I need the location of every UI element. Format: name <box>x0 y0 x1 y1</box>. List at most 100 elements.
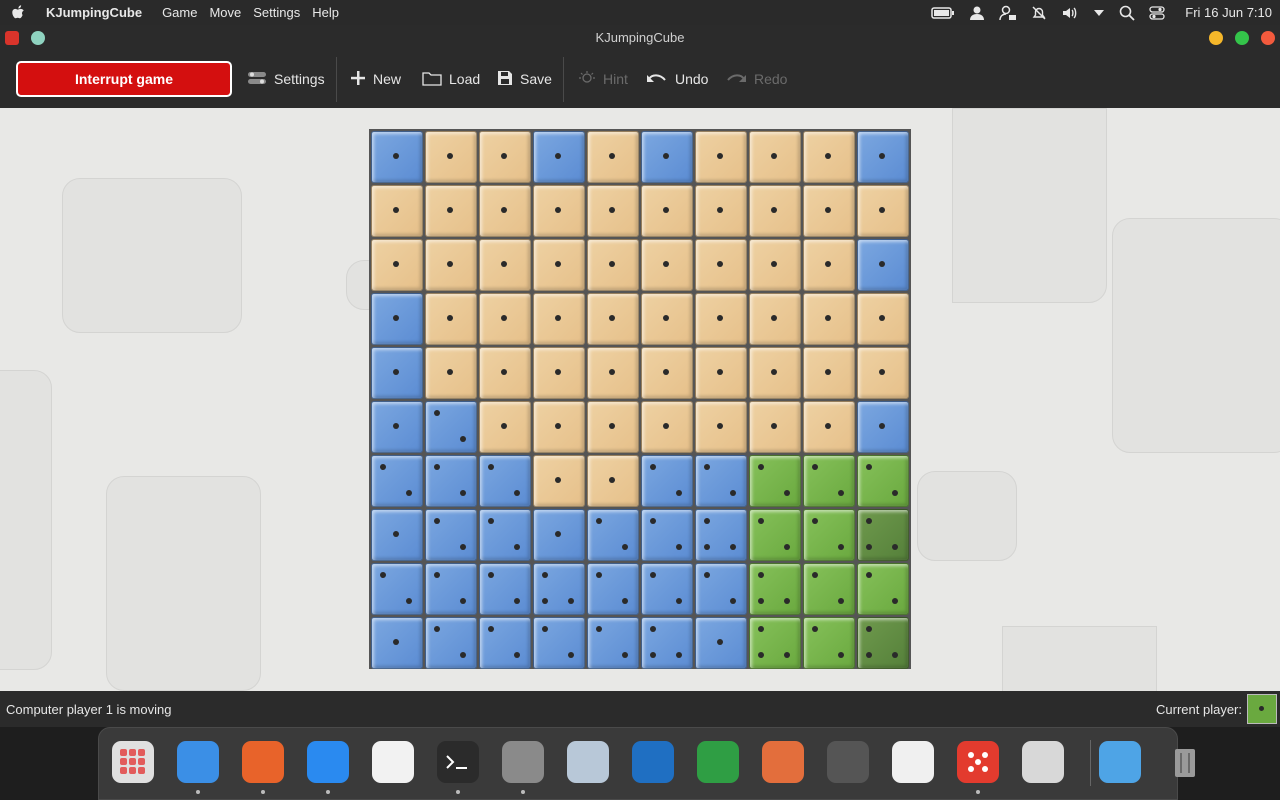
interrupt-game-button[interactable]: Interrupt game <box>16 61 232 97</box>
board-cell[interactable] <box>479 185 531 237</box>
board-cell[interactable] <box>371 509 423 561</box>
system-preferences-icon[interactable] <box>502 741 544 783</box>
board-cell[interactable] <box>425 401 477 453</box>
board-cell[interactable] <box>749 293 801 345</box>
search-icon[interactable] <box>1119 5 1135 21</box>
writer-icon[interactable] <box>632 741 674 783</box>
board-cell[interactable] <box>479 347 531 399</box>
board-cell[interactable] <box>749 563 801 615</box>
board-cell[interactable] <box>479 239 531 291</box>
app-store-icon[interactable] <box>307 741 349 783</box>
chevron-down-icon[interactable] <box>1093 9 1105 17</box>
board-cell[interactable] <box>803 239 855 291</box>
text-editor-icon[interactable] <box>892 741 934 783</box>
board-cell[interactable] <box>803 617 855 669</box>
launchpad-icon[interactable] <box>112 741 154 783</box>
board-cell[interactable] <box>425 185 477 237</box>
board-cell[interactable] <box>533 239 585 291</box>
board-cell[interactable] <box>803 509 855 561</box>
board-cell[interactable] <box>857 509 909 561</box>
board-cell[interactable] <box>641 239 693 291</box>
board-cell[interactable] <box>695 455 747 507</box>
clock[interactable]: Fri 16 Jun 7:10 <box>1185 5 1272 20</box>
apple-menu-icon[interactable] <box>0 4 38 22</box>
board-cell[interactable] <box>641 401 693 453</box>
board-cell[interactable] <box>695 347 747 399</box>
board-cell[interactable] <box>803 131 855 183</box>
board-cell[interactable] <box>371 185 423 237</box>
board-cell[interactable] <box>641 509 693 561</box>
trash-icon[interactable] <box>1164 741 1206 783</box>
board-cell[interactable] <box>425 347 477 399</box>
board-cell[interactable] <box>371 293 423 345</box>
menu-game[interactable]: Game <box>162 5 197 20</box>
board-cell[interactable] <box>587 347 639 399</box>
board-cell[interactable] <box>803 455 855 507</box>
board-cell[interactable] <box>587 239 639 291</box>
save-button[interactable]: Save <box>497 68 552 90</box>
menu-settings[interactable]: Settings <box>253 5 300 20</box>
control-center-icon[interactable] <box>1149 5 1165 21</box>
board-cell[interactable] <box>857 293 909 345</box>
board-cell[interactable] <box>371 239 423 291</box>
board-cell[interactable] <box>587 131 639 183</box>
board-cell[interactable] <box>803 185 855 237</box>
board-cell[interactable] <box>479 455 531 507</box>
finder-icon[interactable] <box>177 741 219 783</box>
board-cell[interactable] <box>371 563 423 615</box>
board-cell[interactable] <box>749 617 801 669</box>
menu-move[interactable]: Move <box>209 5 241 20</box>
board-cell[interactable] <box>533 617 585 669</box>
board-cell[interactable] <box>533 401 585 453</box>
board-cell[interactable] <box>749 509 801 561</box>
board-cell[interactable] <box>857 347 909 399</box>
cassette-icon[interactable] <box>827 741 869 783</box>
undo-button[interactable]: Undo <box>646 68 708 90</box>
board-cell[interactable] <box>587 293 639 345</box>
board-cell[interactable] <box>803 563 855 615</box>
board-cell[interactable] <box>533 185 585 237</box>
board-cell[interactable] <box>425 131 477 183</box>
kjumpingcube-icon[interactable] <box>957 741 999 783</box>
board-cell[interactable] <box>695 293 747 345</box>
board-cell[interactable] <box>641 563 693 615</box>
board-cell[interactable] <box>479 563 531 615</box>
board-cell[interactable] <box>479 131 531 183</box>
board-cell[interactable] <box>533 347 585 399</box>
firefox-icon[interactable] <box>242 741 284 783</box>
board-cell[interactable] <box>425 293 477 345</box>
new-button[interactable]: New <box>350 68 401 90</box>
board-cell[interactable] <box>425 563 477 615</box>
maximize-button[interactable] <box>1235 31 1249 45</box>
board-cell[interactable] <box>533 131 585 183</box>
board-cell[interactable] <box>425 617 477 669</box>
draw-icon[interactable] <box>762 741 804 783</box>
board-cell[interactable] <box>641 293 693 345</box>
board-cell[interactable] <box>803 347 855 399</box>
notifications-muted-icon[interactable] <box>1031 5 1047 21</box>
board-cell[interactable] <box>857 185 909 237</box>
board-cell[interactable] <box>425 455 477 507</box>
board-cell[interactable] <box>587 563 639 615</box>
minimize-button[interactable] <box>1209 31 1223 45</box>
board-cell[interactable] <box>641 455 693 507</box>
board-cell[interactable] <box>695 401 747 453</box>
board-cell[interactable] <box>695 509 747 561</box>
photos-icon[interactable] <box>372 741 414 783</box>
user-icon[interactable] <box>969 5 985 21</box>
board-cell[interactable] <box>371 347 423 399</box>
board-cell[interactable] <box>749 347 801 399</box>
board-cell[interactable] <box>425 239 477 291</box>
board-cell[interactable] <box>371 401 423 453</box>
board-cell[interactable] <box>479 293 531 345</box>
redo-button[interactable]: Redo <box>725 68 787 90</box>
terminal-icon[interactable] <box>437 741 479 783</box>
board-cell[interactable] <box>749 185 801 237</box>
board-cell[interactable] <box>533 509 585 561</box>
board-cell[interactable] <box>641 131 693 183</box>
settings-button[interactable]: Settings <box>247 68 325 90</box>
board-cell[interactable] <box>857 239 909 291</box>
app-name[interactable]: KJumpingCube <box>46 5 142 20</box>
board-cell[interactable] <box>641 347 693 399</box>
board-cell[interactable] <box>587 617 639 669</box>
